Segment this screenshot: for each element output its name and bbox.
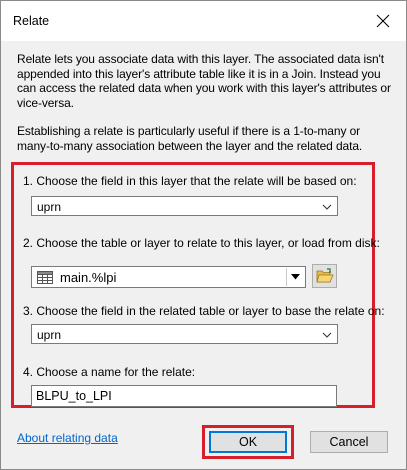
relate-name-field[interactable] [31,385,337,407]
description-paragraph-2: Establishing a relate is particularly us… [17,124,363,153]
cancel-button[interactable]: Cancel [310,431,388,453]
relate-dialog: Relate Relate lets you associate data wi… [0,0,407,470]
dialog-title: Relate [13,14,50,28]
related-table-value: main.%lpi [60,270,117,285]
close-icon [376,14,390,28]
about-relating-link[interactable]: About relating data [17,431,118,445]
step4-label: 4. Choose a name for the relate: [23,365,196,379]
table-icon [37,271,53,284]
step1-label: 1. Choose the field in this layer that t… [23,174,357,188]
relate-name-input[interactable] [36,389,326,403]
title-bar: Relate [1,1,406,41]
dialog-content: Relate lets you associate data with this… [1,41,406,469]
step2-label: 2. Choose the table or layer to relate t… [23,236,380,250]
step3-label: 3. Choose the field in the related table… [23,304,385,318]
related-field-value: uprn [37,328,62,342]
chevron-down-icon [322,332,332,338]
caret-down-icon [291,274,300,280]
related-field-select[interactable]: uprn [31,324,338,344]
chevron-down-icon [322,204,332,210]
related-table-select[interactable]: main.%lpi [31,266,306,288]
ok-button[interactable]: OK [209,431,287,453]
close-button[interactable] [366,6,400,36]
base-field-value: uprn [37,200,62,214]
folder-open-icon [315,268,334,283]
load-from-disk-button[interactable] [312,264,337,288]
description-paragraph-1: Relate lets you associate data with this… [17,52,391,110]
base-field-select[interactable]: uprn [31,196,338,216]
dropdown-button[interactable] [286,268,304,286]
